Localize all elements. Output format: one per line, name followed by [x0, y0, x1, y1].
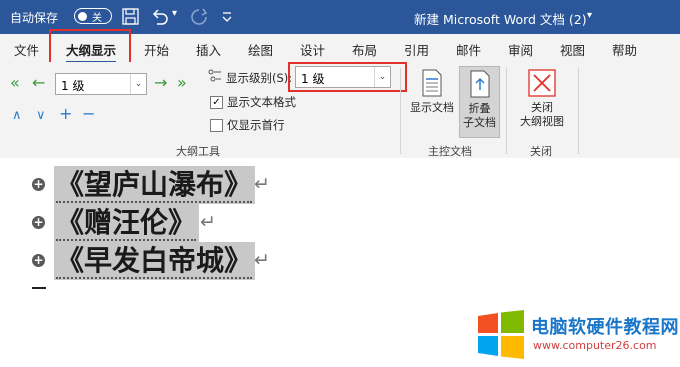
- group-separator: [506, 68, 507, 154]
- paragraph-mark: ↵: [200, 211, 216, 233]
- close-label-line1: 关闭: [531, 101, 553, 114]
- group-separator: [400, 68, 401, 154]
- expand-plus-icon[interactable]: +: [32, 254, 45, 267]
- close-group-label: 关闭: [530, 145, 552, 158]
- show-document-button[interactable]: 显示文档: [406, 69, 458, 115]
- heading-text[interactable]: 《赠汪伦》: [54, 204, 200, 242]
- outline-level-value: 1 级: [61, 79, 85, 93]
- show-text-format-label: 显示文本格式: [227, 95, 296, 109]
- autosave-label: 自动保存: [10, 11, 59, 25]
- collapse-icon[interactable]: −: [82, 106, 95, 122]
- save-icon[interactable]: [122, 8, 139, 25]
- redo-icon[interactable]: [190, 8, 208, 25]
- collapse-subdocuments-button[interactable]: 折叠 子文档: [459, 66, 500, 138]
- close-outline-view-button[interactable]: 关闭 大纲视图: [512, 69, 572, 129]
- watermark-url: www.computer26.com: [533, 339, 657, 352]
- close-label-line2: 大纲视图: [520, 115, 564, 128]
- expand-plus-icon[interactable]: +: [32, 178, 45, 191]
- toggle-knob: [78, 11, 87, 21]
- master-document-group-label: 主控文档: [428, 145, 472, 158]
- tab-draw[interactable]: 绘图: [248, 40, 273, 59]
- tab-review[interactable]: 审阅: [508, 40, 533, 59]
- group-separator: [578, 68, 579, 154]
- title-chevron-icon[interactable]: ▾: [587, 10, 592, 21]
- collapse-label-line2: 子文档: [463, 116, 496, 129]
- tab-design[interactable]: 设计: [300, 40, 325, 59]
- show-level-icon: [208, 69, 221, 82]
- watermark-title: 电脑软硬件教程网: [531, 317, 679, 338]
- show-text-format-checkbox[interactable]: ✓: [210, 96, 223, 109]
- tab-insert[interactable]: 插入: [196, 40, 221, 59]
- tab-layout[interactable]: 布局: [352, 40, 377, 59]
- close-icon: [528, 69, 556, 97]
- heading-text[interactable]: 《望庐山瀑布》: [54, 166, 256, 204]
- show-first-line-checkbox[interactable]: [210, 119, 223, 132]
- show-document-label: 显示文档: [410, 101, 454, 114]
- windows-logo-icon: [478, 310, 524, 359]
- autosave-state: 关: [92, 13, 102, 24]
- chevron-down-icon: ⌄: [130, 74, 146, 94]
- undo-icon[interactable]: [151, 8, 169, 25]
- document-title: 新建 Microsoft Word 文档 (2): [414, 12, 587, 27]
- show-level-highlight-box: [288, 62, 407, 92]
- promote-to-heading1-icon[interactable]: «: [10, 75, 20, 91]
- expand-plus-icon[interactable]: +: [32, 216, 45, 229]
- outline-tools-group-label: 大纲工具: [176, 145, 220, 158]
- collapse-label-line1: 折叠: [468, 102, 491, 115]
- show-document-icon: [422, 69, 442, 97]
- outline-level-select[interactable]: 1 级 ⌄: [55, 73, 147, 95]
- move-up-icon[interactable]: ∧: [12, 108, 22, 124]
- heading-text[interactable]: 《早发白帝城》: [54, 242, 256, 280]
- text-cursor: [32, 287, 46, 289]
- show-first-line-label: 仅显示首行: [227, 118, 285, 132]
- tab-file[interactable]: 文件: [14, 40, 39, 59]
- tab-view[interactable]: 视图: [560, 40, 585, 59]
- promote-icon[interactable]: ←: [32, 75, 45, 91]
- autosave-toggle[interactable]: 关: [74, 8, 112, 24]
- tab-home[interactable]: 开始: [144, 40, 169, 59]
- move-down-icon[interactable]: ∨: [36, 108, 46, 124]
- collapse-subdocuments-icon: [470, 70, 489, 98]
- demote-icon[interactable]: →: [154, 75, 167, 91]
- tab-references[interactable]: 引用: [404, 40, 429, 59]
- show-level-label: 显示级别(S):: [226, 71, 293, 85]
- demote-to-body-icon[interactable]: »: [177, 75, 187, 91]
- undo-dropdown-icon[interactable]: ▾: [172, 8, 177, 19]
- paragraph-mark: ↵: [254, 173, 270, 195]
- paragraph-mark: ↵: [254, 249, 270, 271]
- expand-icon[interactable]: +: [59, 106, 72, 122]
- tab-mailings[interactable]: 邮件: [456, 40, 481, 59]
- tab-help[interactable]: 帮助: [612, 40, 637, 59]
- customize-toolbar-icon[interactable]: [222, 11, 232, 23]
